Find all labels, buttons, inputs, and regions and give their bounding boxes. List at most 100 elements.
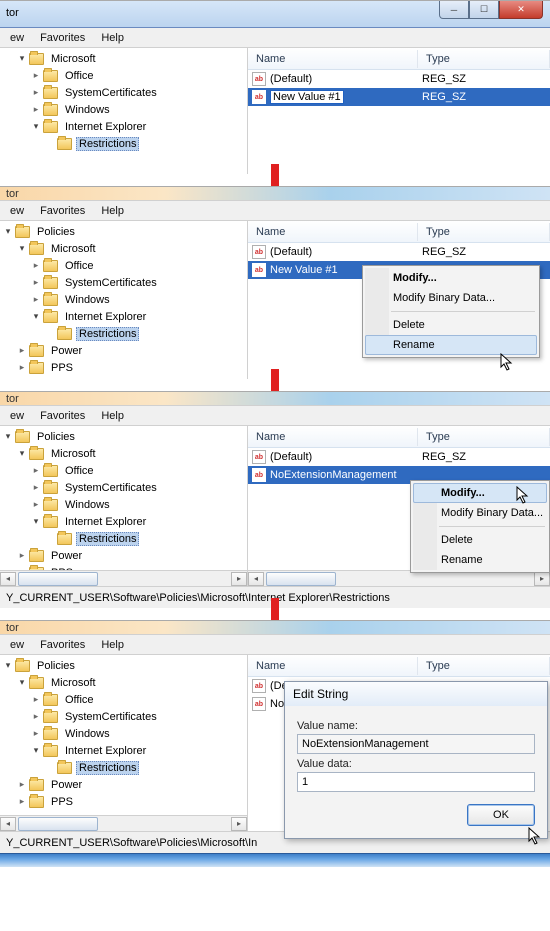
col-type[interactable]: Type (418, 50, 550, 68)
ctx-delete[interactable]: Delete (365, 315, 537, 335)
tree-pps[interactable]: PPS (2, 793, 247, 810)
tree-pane[interactable]: Policies Microsoft Office SystemCertific… (0, 221, 248, 379)
rename-editbox[interactable]: New Value #1 (270, 90, 344, 104)
ctx-delete[interactable]: Delete (413, 530, 547, 550)
menu-view-fragment[interactable]: ew (4, 30, 30, 46)
tree-power[interactable]: Power (2, 547, 247, 564)
menu-favorites[interactable]: Favorites (34, 408, 91, 424)
tree-office[interactable]: Office (2, 257, 247, 274)
tree-internet-explorer[interactable]: Internet Explorer (2, 308, 247, 325)
ctx-rename[interactable]: Rename (365, 335, 537, 355)
menu-view-fragment[interactable]: ew (4, 203, 30, 219)
col-type[interactable]: Type (418, 223, 550, 241)
context-menu[interactable]: Modify... Modify Binary Data... Delete R… (410, 480, 550, 573)
tree-power[interactable]: Power (2, 776, 247, 793)
scroll-right[interactable]: ▸ (231, 572, 247, 586)
tree-office[interactable]: Office (2, 462, 247, 479)
ctx-modify-binary[interactable]: Modify Binary Data... (413, 503, 547, 523)
menu-view-fragment[interactable]: ew (4, 637, 30, 653)
value-default[interactable]: (Default) REG_SZ (248, 70, 550, 88)
col-type[interactable]: Type (418, 657, 550, 675)
list-header[interactable]: Name Type (248, 221, 550, 243)
tree-pane[interactable]: Policies Microsoft Office SystemCertific… (0, 655, 248, 831)
tree-pps[interactable]: PPS (2, 359, 247, 376)
value-name-field[interactable] (297, 734, 535, 754)
tree-pane[interactable]: Microsoft Office SystemCertificates Wind… (0, 48, 248, 174)
tree-windows[interactable]: Windows (2, 101, 247, 118)
col-name[interactable]: Name (248, 223, 418, 241)
col-name[interactable]: Name (248, 428, 418, 446)
menu-help[interactable]: Help (95, 30, 130, 46)
tree-policies[interactable]: Policies (2, 428, 247, 445)
tree-policies[interactable]: Policies (2, 223, 247, 240)
menu-favorites[interactable]: Favorites (34, 203, 91, 219)
value-data-field[interactable] (297, 772, 535, 792)
tree-windows[interactable]: Windows (2, 496, 247, 513)
tree-systemcertificates[interactable]: SystemCertificates (2, 274, 247, 291)
tree-office[interactable]: Office (2, 67, 247, 84)
scroll-thumb[interactable] (18, 572, 98, 586)
tree-systemcertificates[interactable]: SystemCertificates (2, 708, 247, 725)
tree-scrollbar[interactable]: ◂ ▸ (0, 815, 247, 831)
minimize-button[interactable]: ─ (439, 1, 469, 19)
tree-windows[interactable]: Windows (2, 291, 247, 308)
value-new-value[interactable]: New Value #1 REG_SZ (248, 88, 550, 106)
list-header[interactable]: Name Type (248, 48, 550, 70)
tree-policies[interactable]: Policies (2, 657, 247, 674)
col-type[interactable]: Type (418, 428, 550, 446)
scroll-thumb[interactable] (18, 817, 98, 831)
tree-microsoft[interactable]: Microsoft (2, 674, 247, 691)
scroll-thumb[interactable] (266, 572, 336, 586)
context-menu[interactable]: Modify... Modify Binary Data... Delete R… (362, 265, 540, 358)
ctx-rename[interactable]: Rename (413, 550, 547, 570)
value-default[interactable]: (Default) REG_SZ (248, 243, 550, 261)
menu-view-fragment[interactable]: ew (4, 408, 30, 424)
menu-favorites[interactable]: Favorites (34, 30, 91, 46)
menu-help[interactable]: Help (95, 408, 130, 424)
edit-string-dialog[interactable]: Edit String Value name: Value data: OK (284, 681, 548, 839)
scroll-right[interactable]: ▸ (231, 817, 247, 831)
tree-internet-explorer[interactable]: Internet Explorer (2, 513, 247, 530)
tree-microsoft[interactable]: Microsoft (2, 240, 247, 257)
tree-microsoft[interactable]: Microsoft (2, 50, 247, 67)
tree-pane[interactable]: Policies Microsoft Office SystemCertific… (0, 426, 248, 586)
dialog-title[interactable]: Edit String (285, 682, 547, 706)
folder-icon (43, 87, 58, 99)
scroll-left[interactable]: ◂ (248, 572, 264, 586)
ok-button[interactable]: OK (467, 804, 535, 826)
tree-internet-explorer[interactable]: Internet Explorer (2, 118, 247, 135)
list-pane[interactable]: Name Type (Default) REG_SZ NoExtensionMa… (248, 426, 550, 586)
scroll-right[interactable]: ▸ (534, 572, 550, 586)
tree-restrictions[interactable]: Restrictions (2, 759, 247, 776)
ctx-modify[interactable]: Modify... (413, 483, 547, 503)
tree-internet-explorer[interactable]: Internet Explorer (2, 742, 247, 759)
list-pane[interactable]: Name Type (Default) REG_SZ New Value #1 … (248, 48, 550, 174)
menu-favorites[interactable]: Favorites (34, 637, 91, 653)
ctx-modify[interactable]: Modify... (365, 268, 537, 288)
tree-office[interactable]: Office (2, 691, 247, 708)
ctx-modify-binary[interactable]: Modify Binary Data... (365, 288, 537, 308)
value-default[interactable]: (Default) REG_SZ (248, 448, 550, 466)
close-button[interactable]: ✕ (499, 1, 543, 19)
tree-systemcertificates[interactable]: SystemCertificates (2, 84, 247, 101)
menu-help[interactable]: Help (95, 637, 130, 653)
menu-help[interactable]: Help (95, 203, 130, 219)
tree-windows[interactable]: Windows (2, 725, 247, 742)
tree-systemcertificates[interactable]: SystemCertificates (2, 479, 247, 496)
tree-restrictions[interactable]: Restrictions (2, 135, 247, 152)
maximize-button[interactable]: ☐ (469, 1, 499, 19)
col-name[interactable]: Name (248, 657, 418, 675)
tree-restrictions[interactable]: Restrictions (2, 325, 247, 342)
list-header[interactable]: Name Type (248, 426, 550, 448)
tree-power[interactable]: Power (2, 342, 247, 359)
scroll-left[interactable]: ◂ (0, 572, 16, 586)
string-icon (252, 697, 266, 711)
tree-restrictions[interactable]: Restrictions (2, 530, 247, 547)
col-name[interactable]: Name (248, 50, 418, 68)
tree-microsoft[interactable]: Microsoft (2, 445, 247, 462)
tree-scrollbar[interactable]: ◂ ▸ (0, 570, 247, 586)
list-header[interactable]: Name Type (248, 655, 550, 677)
scroll-left[interactable]: ◂ (0, 817, 16, 831)
list-pane[interactable]: Name Type (Default) REG_SZ New Value #1 … (248, 221, 550, 379)
title-bar[interactable]: tor ─ ☐ ✕ (0, 1, 550, 28)
